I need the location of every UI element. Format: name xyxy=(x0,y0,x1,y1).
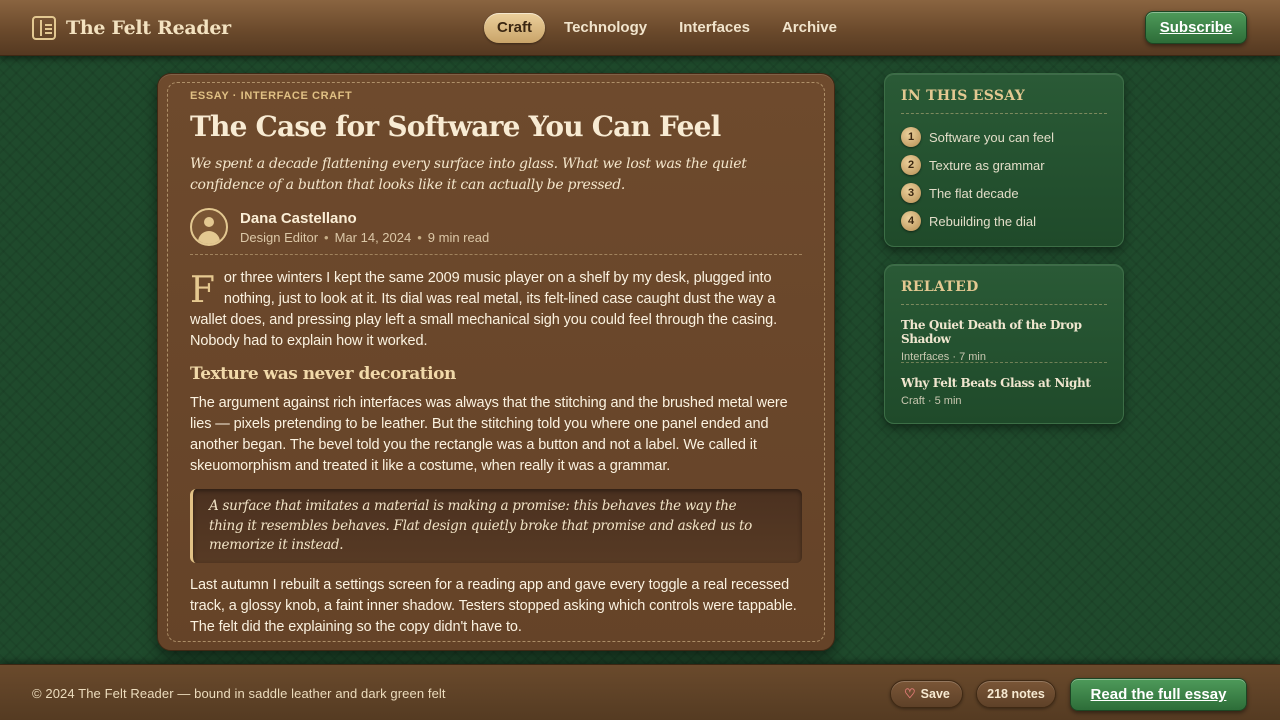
book-icon xyxy=(32,16,56,40)
section-heading: Texture was never decoration xyxy=(190,364,456,384)
related-item-2[interactable]: Why Felt Beats Glass at Night Craft · 5 … xyxy=(901,376,1107,407)
toc-item-2[interactable]: 2 Texture as grammar xyxy=(901,154,1045,176)
article-paragraph-2: The argument against rich interfaces was… xyxy=(190,395,788,474)
subscribe-button[interactable]: Subscribe xyxy=(1145,11,1247,44)
toc-label: The flat decade xyxy=(929,185,1019,201)
related-item-meta: Craft · 5 min xyxy=(901,395,962,407)
nav-item-archive[interactable]: Archive xyxy=(769,13,850,43)
article-card: ESSAY · INTERFACE CRAFT The Case for Sof… xyxy=(157,73,835,651)
article-paragraph-3: Last autumn I rebuilt a settings screen … xyxy=(190,577,797,635)
author-role: Design Editor xyxy=(240,230,319,245)
article-kicker: ESSAY · INTERFACE CRAFT xyxy=(190,90,353,102)
toc-item-3[interactable]: 3 The flat decade xyxy=(901,182,1019,204)
avatar-head xyxy=(204,217,214,227)
nav-item-craft[interactable]: Craft xyxy=(484,13,546,43)
toc-label: Texture as grammar xyxy=(929,157,1045,173)
read-time: 9 min read xyxy=(427,230,490,245)
toc-panel: IN THIS ESSAY 1 Software you can feel 2 … xyxy=(884,73,1124,247)
related-item-title: The Quiet Death of the Drop Shadow xyxy=(901,318,1082,346)
related-divider xyxy=(901,362,1107,363)
save-button[interactable]: ♡ Save xyxy=(890,680,963,708)
footer-copyright: © 2024 The Felt Reader — bound in saddle… xyxy=(32,686,446,701)
drop-cap: F xyxy=(190,270,215,311)
top-bar: The Felt Reader Craft Technology Interfa… xyxy=(0,0,1280,56)
toc-item-1[interactable]: 1 Software you can feel xyxy=(901,126,1054,148)
nav-item-technology[interactable]: Technology xyxy=(551,13,660,43)
article-dek: We spent a decade flattening every surfa… xyxy=(190,156,747,193)
article-title: The Case for Software You Can Feel xyxy=(190,110,721,143)
publish-date: Mar 14, 2024 xyxy=(334,230,412,245)
nav-item-interfaces[interactable]: Interfaces xyxy=(666,13,763,43)
notes-button[interactable]: 218 notes xyxy=(976,680,1056,708)
footer-bar: © 2024 The Felt Reader — bound in saddle… xyxy=(0,664,1280,720)
read-full-essay-button[interactable]: Read the full essay xyxy=(1070,678,1247,711)
toc-number: 2 xyxy=(901,155,921,175)
toc-number: 4 xyxy=(901,211,921,231)
heart-icon: ♡ xyxy=(904,686,916,701)
related-item-1[interactable]: The Quiet Death of the Drop Shadow Inter… xyxy=(901,318,1107,363)
toc-title: IN THIS ESSAY xyxy=(901,88,1107,114)
save-label: Save xyxy=(920,687,950,701)
toc-label: Software you can feel xyxy=(929,129,1055,145)
author-name[interactable]: Dana Castellano xyxy=(240,210,357,227)
byline: Dana Castellano Design Editor • Mar 14, 20… xyxy=(190,208,802,254)
toc-number: 3 xyxy=(901,183,921,203)
related-title: RELATED xyxy=(901,279,1107,305)
article-meta: Design Editor • Mar 14, 2024 • 9 min read xyxy=(240,230,489,245)
brand-name: The Felt Reader xyxy=(66,17,231,39)
main-nav: Craft Technology Interfaces Archive xyxy=(484,13,856,43)
meta-separator: • xyxy=(324,230,329,245)
meta-separator: • xyxy=(417,230,422,245)
related-panel: RELATED The Quiet Death of the Drop Shad… xyxy=(884,264,1124,424)
toc-item-4[interactable]: 4 Rebuilding the dial xyxy=(901,210,1036,232)
pull-quote: A surface that imitates a material is ma… xyxy=(190,489,802,563)
toc-number: 1 xyxy=(901,127,921,147)
avatar-body xyxy=(198,231,220,244)
article-paragraph-1: For three winters I kept the same 2009 m… xyxy=(190,268,802,352)
author-avatar[interactable] xyxy=(190,208,228,246)
brand[interactable]: The Felt Reader xyxy=(32,14,231,42)
toc-label: Rebuilding the dial xyxy=(929,213,1036,229)
byline-divider xyxy=(190,254,802,255)
paragraph-1-text: or three winters I kept the same 2009 mu… xyxy=(190,270,778,349)
related-item-title: Why Felt Beats Glass at Night xyxy=(901,376,1091,390)
